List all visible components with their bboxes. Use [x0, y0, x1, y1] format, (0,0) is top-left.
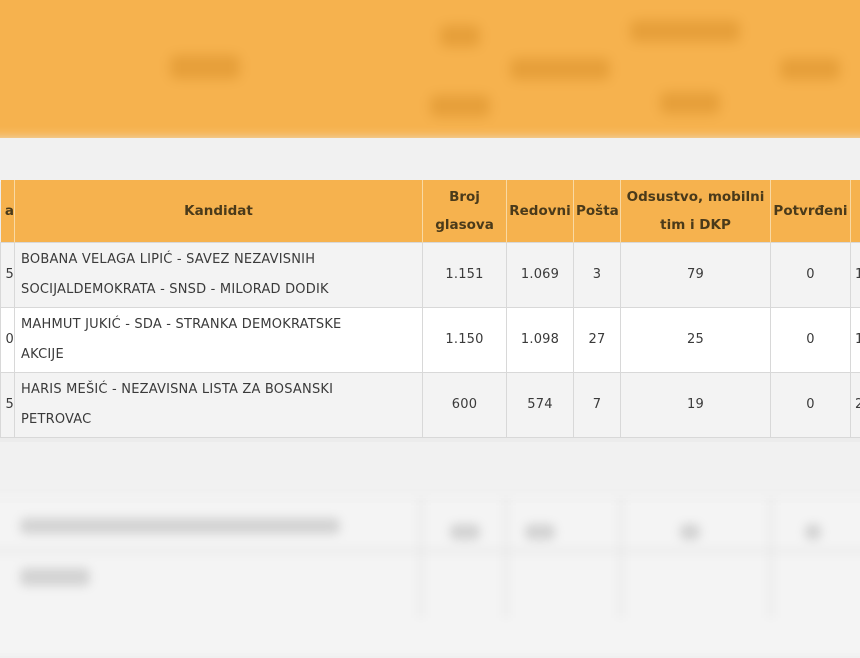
- cell-truncated: 5: [1, 243, 15, 308]
- blurred-cell-text: [450, 524, 480, 540]
- cell-confirmed: 0: [771, 308, 851, 373]
- column-header-confirmed: Potvrđeni: [771, 180, 851, 243]
- table-row: 5 BOBANA VELAGA LIPIĆ - SAVEZ NEZAVISNIH…: [1, 243, 860, 308]
- cell-truncated-right: 2: [851, 373, 860, 438]
- results-table: a Kandidat Broj glasova Redovni Pošta Od…: [0, 180, 860, 438]
- blurred-cell-text: [805, 524, 821, 540]
- cell-votes: 1.150: [423, 308, 507, 373]
- blurred-header-band: [0, 0, 860, 140]
- blurred-header-text: [510, 58, 610, 80]
- cell-absent: 19: [621, 373, 771, 438]
- blurred-header-text: [170, 55, 240, 79]
- cell-regular: 1.098: [507, 308, 574, 373]
- candidate-line: BOBANA VELAGA LIPIĆ - SAVEZ NEZAVISNIH: [21, 245, 416, 275]
- blurred-lower-table: [0, 498, 860, 658]
- spacer-band: [0, 138, 860, 182]
- spacer-band: [0, 442, 860, 500]
- blurred-column-divider: [420, 498, 422, 618]
- candidate-line: AKCIJE: [21, 340, 416, 370]
- cell-truncated: 5: [1, 373, 15, 438]
- blurred-header-text: [630, 20, 740, 42]
- column-header-truncated-right: [851, 180, 860, 243]
- cell-mail: 3: [574, 243, 621, 308]
- blurred-column-divider: [770, 498, 772, 618]
- cell-absent: 79: [621, 243, 771, 308]
- column-header-absent-line2: tim i DKP: [623, 211, 768, 239]
- column-header-mail: Pošta: [574, 180, 621, 243]
- blurred-column-divider: [505, 498, 507, 618]
- column-header-votes-line1: Broj: [425, 183, 504, 211]
- column-header-votes: Broj glasova: [423, 180, 507, 243]
- blurred-cell-text: [20, 568, 90, 586]
- cell-candidate: HARIS MEŠIĆ - NEZAVISNA LISTA ZA BOSANSK…: [15, 373, 423, 438]
- cell-mail: 27: [574, 308, 621, 373]
- cell-votes: 1.151: [423, 243, 507, 308]
- blurred-header-text: [430, 95, 490, 117]
- column-header-truncated: a: [1, 180, 15, 243]
- blurred-cell-text: [680, 524, 700, 540]
- cell-regular: 1.069: [507, 243, 574, 308]
- column-header-absent: Odsustvo, mobilni tim i DKP: [621, 180, 771, 243]
- column-header-candidate: Kandidat: [15, 180, 423, 243]
- table-header-row: a Kandidat Broj glasova Redovni Pošta Od…: [1, 180, 860, 243]
- blurred-cell-text: [525, 524, 555, 540]
- column-header-regular: Redovni: [507, 180, 574, 243]
- blurred-row-divider: [0, 550, 860, 552]
- candidate-line: PETROVAC: [21, 405, 416, 435]
- cell-confirmed: 0: [771, 243, 851, 308]
- cell-truncated: 0: [1, 308, 15, 373]
- blurred-column-divider: [620, 498, 622, 618]
- blurred-header-text: [440, 25, 480, 47]
- column-header-votes-line2: glasova: [425, 211, 504, 239]
- cell-truncated-right: 1: [851, 243, 860, 308]
- table-row: 0 MAHMUT JUKIĆ - SDA - STRANKA DEMOKRATS…: [1, 308, 860, 373]
- cell-confirmed: 0: [771, 373, 851, 438]
- cell-mail: 7: [574, 373, 621, 438]
- blurred-header-text: [780, 58, 840, 80]
- cell-votes: 600: [423, 373, 507, 438]
- table-row: 5 HARIS MEŠIĆ - NEZAVISNA LISTA ZA BOSAN…: [1, 373, 860, 438]
- candidate-line: HARIS MEŠIĆ - NEZAVISNA LISTA ZA BOSANSK…: [21, 375, 416, 405]
- cell-absent: 25: [621, 308, 771, 373]
- candidate-line: SOCIJALDEMOKRATA - SNSD - MILORAD DODIK: [21, 275, 416, 305]
- column-header-absent-line1: Odsustvo, mobilni: [623, 183, 768, 211]
- cell-regular: 574: [507, 373, 574, 438]
- blurred-header-text: [660, 92, 720, 114]
- candidate-line: MAHMUT JUKIĆ - SDA - STRANKA DEMOKRATSKE: [21, 310, 416, 340]
- cell-candidate: MAHMUT JUKIĆ - SDA - STRANKA DEMOKRATSKE…: [15, 308, 423, 373]
- blurred-cell-text: [20, 518, 340, 534]
- cell-candidate: BOBANA VELAGA LIPIĆ - SAVEZ NEZAVISNIH S…: [15, 243, 423, 308]
- cell-truncated-right: 1: [851, 308, 860, 373]
